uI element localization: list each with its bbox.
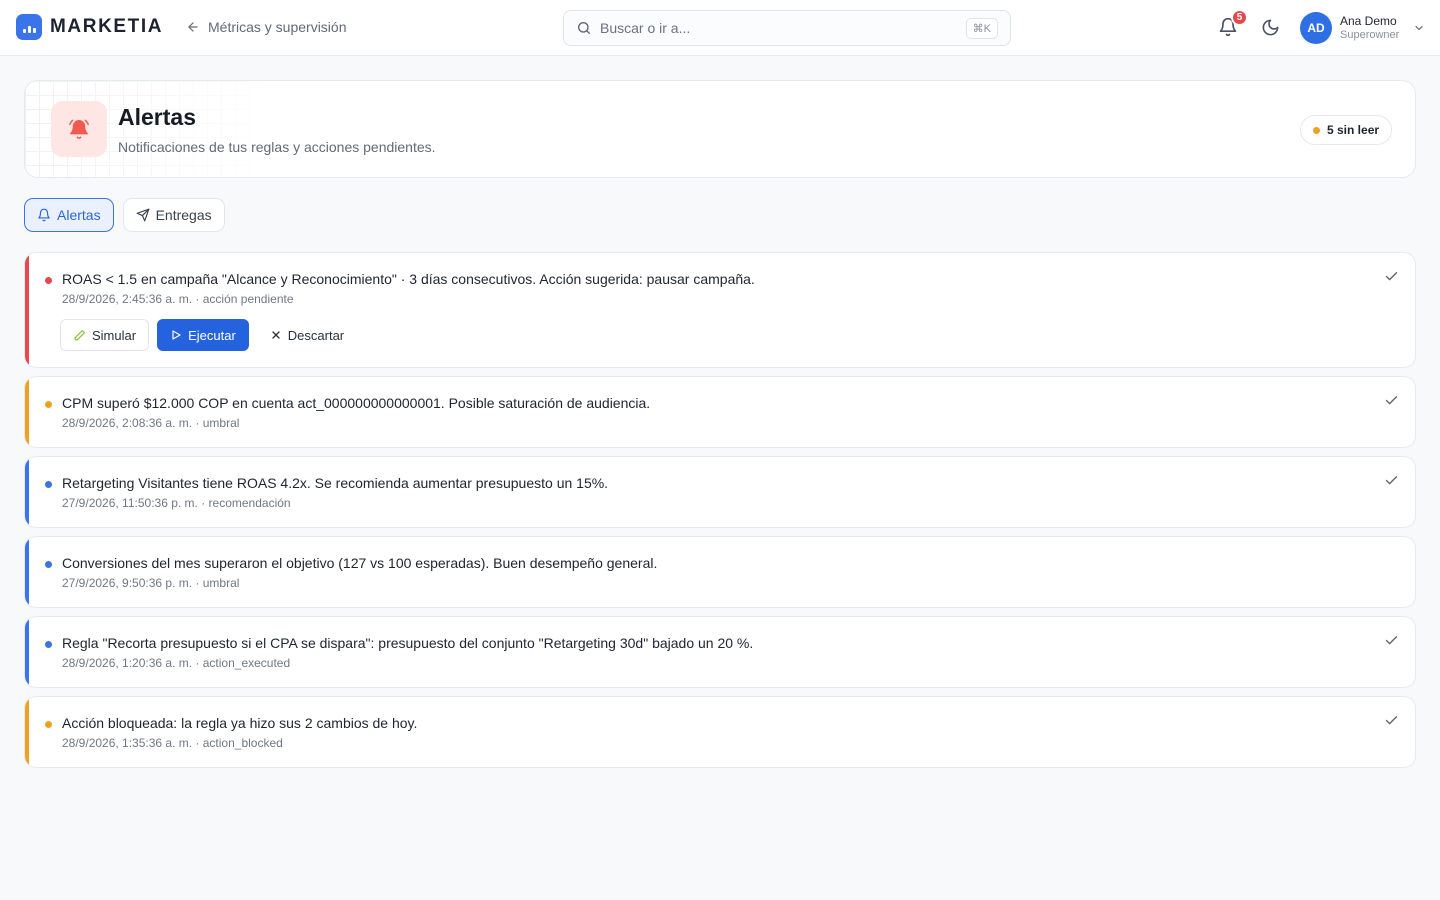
severity-dot	[45, 481, 52, 488]
avatar: AD	[1300, 12, 1332, 44]
check-icon	[1385, 476, 1398, 485]
close-icon	[272, 331, 280, 339]
back-link-label: Métricas y supervisión	[208, 19, 347, 35]
check-icon	[1385, 272, 1398, 281]
dismiss-label: Descartar	[287, 327, 345, 343]
severity-dot	[45, 401, 52, 408]
simulate-label: Simular	[92, 327, 137, 343]
severity-dot	[45, 641, 52, 648]
execute-button[interactable]: Ejecutar	[157, 319, 249, 351]
unread-label: 5 sin leer	[1327, 123, 1380, 137]
alert-meta: 28/9/2026, 2:08:36 a. m. · umbral	[62, 416, 240, 430]
mark-read-button[interactable]	[1384, 713, 1399, 733]
check-icon	[1385, 716, 1398, 725]
alert-card: Retargeting Visitantes tiene ROAS 4.2x. …	[24, 456, 1416, 528]
notifications-badge: 5	[1231, 9, 1248, 26]
alert-card: Regla "Recorta presupuesto si el CPA se …	[24, 616, 1416, 688]
user-role: Superowner	[1340, 28, 1400, 41]
severity-bar	[25, 377, 29, 447]
mark-read-button[interactable]	[1384, 633, 1399, 653]
play-icon	[172, 330, 181, 340]
search-shortcut: ⌘K	[965, 17, 998, 39]
alert-meta: 27/9/2026, 11:50:36 p. m. · recomendació…	[62, 496, 291, 510]
bell-icon	[38, 208, 50, 222]
send-icon	[136, 208, 149, 222]
alert-message: Conversiones del mes superaron el objeti…	[62, 555, 658, 571]
search-icon	[578, 22, 590, 34]
alert-meta: 27/9/2026, 9:50:36 p. m. · umbral	[62, 576, 240, 590]
user-menu[interactable]: AD Ana Demo Superowner	[1300, 12, 1425, 44]
severity-dot	[45, 277, 52, 284]
alert-card: CPM superó $12.000 COP en cuenta act_000…	[24, 376, 1416, 448]
check-icon	[1385, 396, 1398, 405]
notifications-button[interactable]: 5	[1218, 9, 1248, 41]
page-subtitle: Notificaciones de tus reglas y acciones …	[118, 139, 436, 155]
chevron-down-icon	[1415, 25, 1423, 31]
pencil-icon	[74, 329, 85, 340]
unread-badge: 5 sin leer	[1300, 115, 1393, 145]
severity-bar	[25, 457, 29, 527]
logo-chart-icon	[16, 14, 42, 40]
execute-label: Ejecutar	[188, 327, 236, 343]
alarm-bell-icon	[69, 119, 89, 139]
alert-list: ROAS < 1.5 en campaña "Alcance y Reconoc…	[24, 252, 1416, 776]
brand-name: MARKETIA	[50, 16, 164, 37]
arrow-left-icon	[188, 22, 198, 32]
tab-label: Entregas	[155, 207, 212, 223]
back-link[interactable]: Métricas y supervisión	[186, 19, 347, 35]
theme-toggle-button[interactable]	[1261, 18, 1280, 42]
mark-read-button[interactable]	[1384, 473, 1399, 493]
mark-read-button[interactable]	[1384, 393, 1399, 413]
alert-card: Acción bloqueada: la regla ya hizo sus 2…	[24, 696, 1416, 768]
alert-card: ROAS < 1.5 en campaña "Alcance y Reconoc…	[24, 252, 1416, 368]
alert-message: CPM superó $12.000 COP en cuenta act_000…	[62, 395, 651, 411]
alert-message: ROAS < 1.5 en campaña "Alcance y Reconoc…	[62, 271, 755, 287]
check-icon	[1385, 636, 1398, 645]
tab-alertas[interactable]: Alertas	[24, 198, 114, 232]
tab-entregas[interactable]: Entregas	[122, 198, 225, 232]
brand-logo[interactable]: MARKETIA	[16, 14, 163, 40]
severity-bar	[25, 253, 29, 367]
top-bar: MARKETIA Métricas y supervisión ⌘K 5 AD …	[0, 0, 1440, 56]
tab-label: Alertas	[57, 207, 101, 223]
alert-meta: 28/9/2026, 2:45:36 a. m. · acción pendie…	[62, 292, 294, 306]
alert-message: Retargeting Visitantes tiene ROAS 4.2x. …	[62, 475, 609, 491]
severity-dot	[45, 721, 52, 728]
user-info: Ana Demo Superowner	[1340, 14, 1399, 42]
page-title: Alertas	[118, 104, 196, 130]
moon-icon	[1262, 19, 1279, 36]
alert-message: Acción bloqueada: la regla ya hizo sus 2…	[62, 715, 418, 731]
search-input[interactable]	[600, 20, 966, 36]
alert-message: Regla "Recorta presupuesto si el CPA se …	[62, 635, 754, 651]
mark-read-button[interactable]	[1384, 269, 1399, 289]
dismiss-button[interactable]: Descartar	[257, 319, 357, 351]
header-icon-box	[51, 101, 107, 157]
tab-bar: Alertas Entregas	[24, 198, 225, 232]
alert-meta: 28/9/2026, 1:20:36 a. m. · action_execut…	[62, 656, 291, 670]
alert-actions: Simular Ejecutar Descartar	[60, 319, 357, 351]
alert-meta: 28/9/2026, 1:35:36 a. m. · action_blocke…	[62, 736, 283, 750]
alert-card: Conversiones del mes superaron el objeti…	[24, 536, 1416, 608]
severity-dot	[45, 561, 52, 568]
unread-dot	[1313, 126, 1320, 134]
page-header-card: Alertas Notificaciones de tus reglas y a…	[24, 80, 1416, 178]
search-box[interactable]: ⌘K	[563, 10, 1011, 46]
severity-bar	[25, 617, 29, 687]
simulate-button[interactable]: Simular	[60, 319, 150, 351]
severity-bar	[25, 697, 29, 767]
user-name: Ana Demo	[1340, 14, 1397, 29]
severity-bar	[25, 537, 29, 607]
